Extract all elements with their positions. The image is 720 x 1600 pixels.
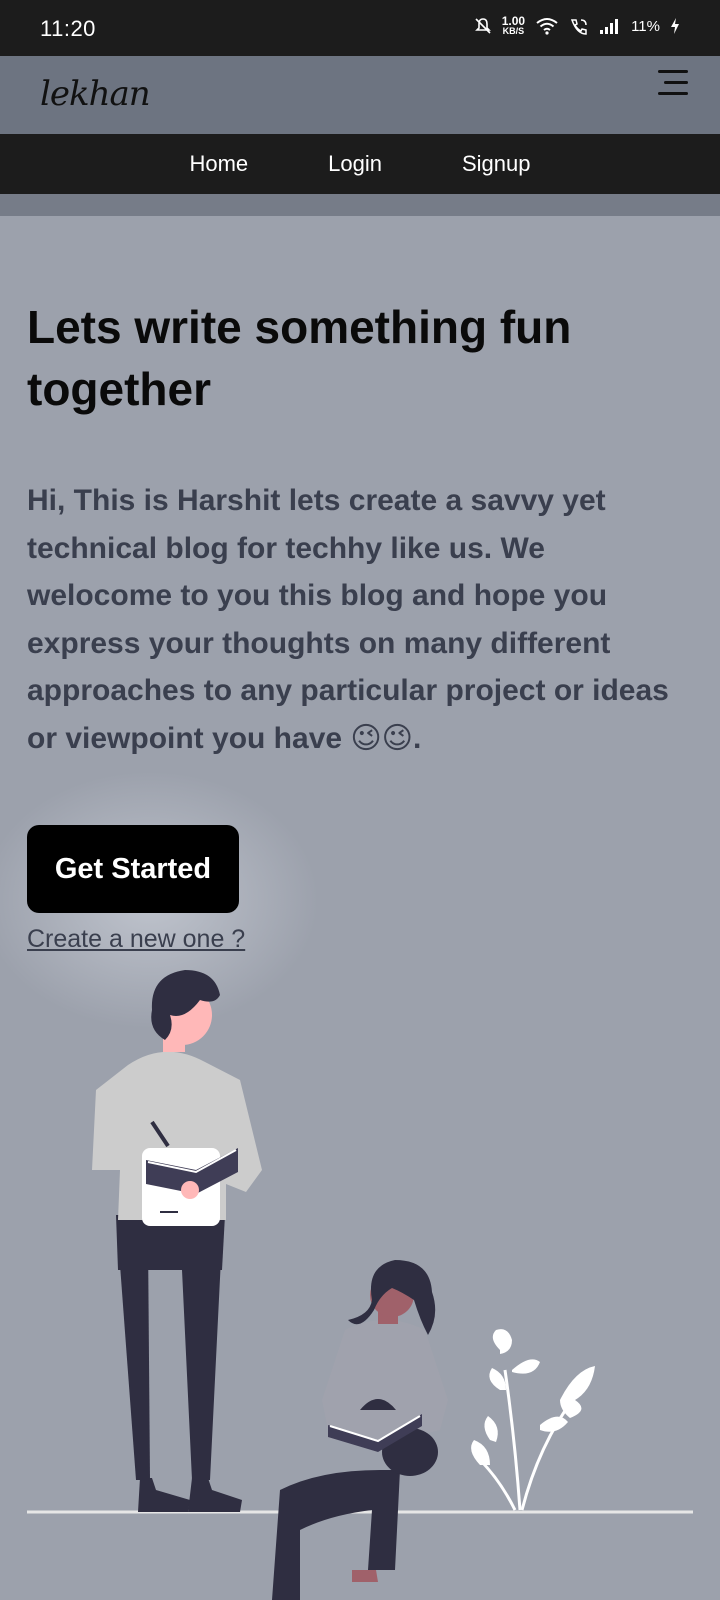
nav-bar: Home Login Signup [0, 134, 720, 194]
mute-icon [474, 18, 491, 34]
app-bar: lekhan [0, 56, 720, 134]
wifi-call-icon [571, 19, 587, 35]
status-icons: 1.00 KB/S 11% [474, 14, 680, 36]
signal-icon [600, 19, 619, 34]
battery-level: 11% [631, 17, 660, 35]
wifi-icon [536, 18, 558, 35]
hamburger-menu-icon[interactable] [654, 70, 688, 98]
charging-icon [671, 18, 679, 34]
nav-signup[interactable]: Signup [462, 151, 531, 177]
net-speed: 1.00 KB/S [501, 14, 526, 36]
net-speed-value: 1.00 [501, 14, 526, 28]
hero-description: Hi, This is Harshit lets create a savvy … [27, 484, 669, 755]
sitting-person-figure [272, 1260, 448, 1600]
nav-shadow [0, 194, 720, 216]
nav-home[interactable]: Home [189, 151, 248, 177]
logo[interactable]: lekhan [40, 74, 151, 114]
standing-person-figure [92, 970, 262, 1512]
create-new-link[interactable]: Create a new one ? [27, 925, 245, 954]
nav-login[interactable]: Login [328, 151, 382, 177]
hero-title: Lets write something fun together [27, 301, 572, 415]
plant-figure [471, 1329, 595, 1511]
status-time: 11:20 [40, 16, 96, 41]
net-speed-unit: KB/S [502, 26, 525, 36]
get-started-button[interactable]: Get Started [27, 825, 239, 913]
people-reading-illustration [27, 970, 693, 1600]
status-bar: 11:20 1.00 KB/S 11% [0, 0, 720, 56]
